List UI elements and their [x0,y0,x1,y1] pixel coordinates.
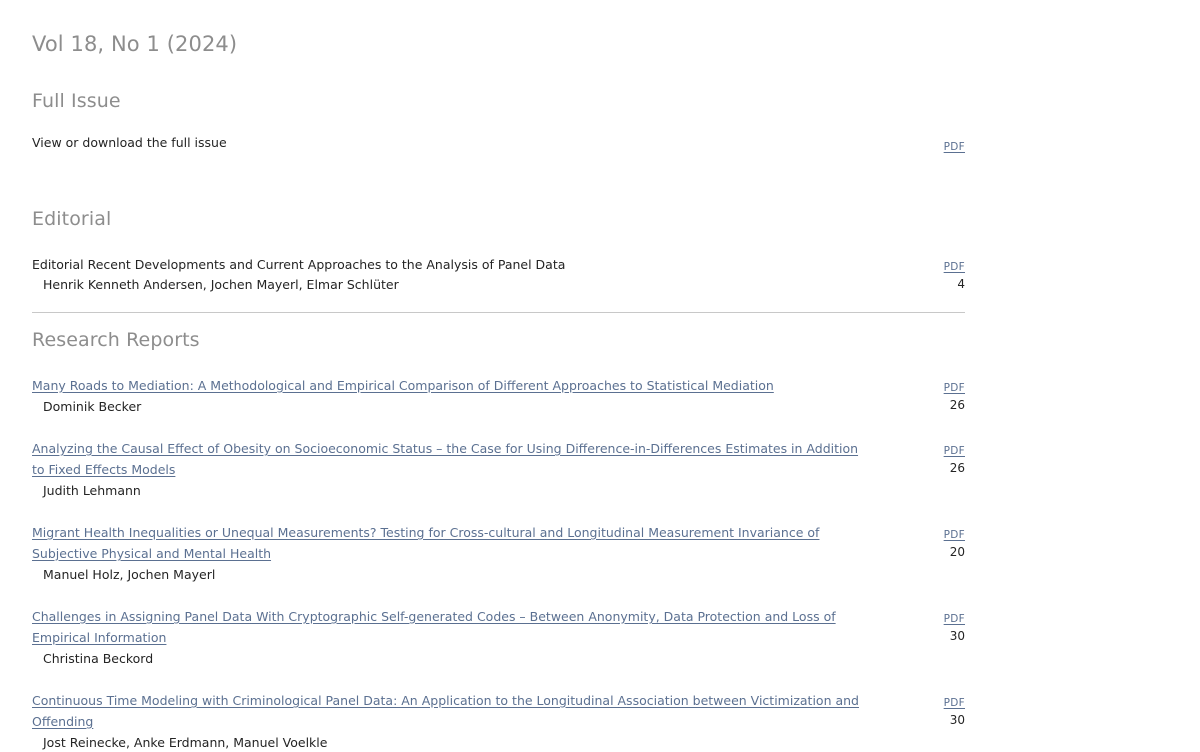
section-heading-editorial: Editorial [32,208,112,230]
row-meta: PDF 4 [895,254,965,293]
toc-content: Vol 18, No 1 (2024) Full Issue View or d… [0,22,965,752]
row-meta: PDF 26 [895,375,965,414]
full-issue-rows: View or download the full issue PDF [32,134,965,156]
issue-toc-page: Vol 18, No 1 (2024) Full Issue View or d… [0,0,1200,752]
article-authors: Jost Reinecke, Anke Erdmann, Manuel Voel… [43,735,328,750]
article-title-wrap: Many Roads to Mediation: A Methodologica… [32,375,871,396]
article-title-link[interactable]: Many Roads to Mediation: A Methodologica… [32,378,774,393]
article-title-link[interactable]: Continuous Time Modeling with Criminolog… [32,693,859,729]
pdf-link[interactable]: PDF [944,382,965,394]
list-item: View or download the full issue PDF [32,134,965,156]
article-title-wrap: Editorial Recent Developments and Curren… [32,254,871,274]
page-count: 30 [949,713,965,727]
page-count: 26 [949,461,965,475]
row-meta: PDF 30 [895,606,965,645]
article-title-wrap: Analyzing the Causal Effect of Obesity o… [32,438,871,480]
list-item: Continuous Time Modeling with Criminolog… [32,690,965,752]
article-authors: Dominik Becker [43,399,142,414]
article-authors: Christina Beckord [43,651,154,666]
section-editorial: Editorial Editorial Recent Developments … [32,206,965,313]
row-meta: PDF 26 [895,438,965,477]
pdf-link[interactable]: PDF [944,445,965,457]
section-divider [32,312,965,313]
pdf-link[interactable]: PDF [944,141,965,153]
article-authors: Manuel Holz, Jochen Mayerl [43,567,216,582]
row-main: Challenges in Assigning Panel Data With … [32,606,895,668]
section-heading-research-reports: Research Reports [32,329,200,351]
row-main: Analyzing the Causal Effect of Obesity o… [32,438,895,500]
article-title-link[interactable]: Analyzing the Causal Effect of Obesity o… [32,441,858,477]
row-meta: PDF 20 [895,522,965,561]
pdf-link[interactable]: PDF [944,529,965,541]
pdf-link[interactable]: PDF [944,613,965,625]
page-count: 26 [949,398,965,412]
list-item: Migrant Health Inequalities or Unequal M… [32,522,965,584]
list-item: Editorial Recent Developments and Curren… [32,254,965,294]
row-meta: PDF [895,134,965,156]
list-item: Challenges in Assigning Panel Data With … [32,606,965,668]
page-count: 30 [949,629,965,643]
row-main: View or download the full issue [32,134,895,152]
list-item: Many Roads to Mediation: A Methodologica… [32,375,965,416]
list-item: Analyzing the Causal Effect of Obesity o… [32,438,965,500]
section-full-issue: Full Issue View or download the full iss… [32,88,965,156]
page-title: Vol 18, No 1 (2024) [32,32,238,56]
article-title-wrap: Migrant Health Inequalities or Unequal M… [32,522,871,564]
article-title-wrap: Challenges in Assigning Panel Data With … [32,606,871,648]
article-authors: Judith Lehmann [43,483,141,498]
editorial-rows: Editorial Recent Developments and Curren… [32,254,965,294]
row-main: Many Roads to Mediation: A Methodologica… [32,375,895,416]
section-heading-full-issue: Full Issue [32,90,121,112]
article-title-link[interactable]: Challenges in Assigning Panel Data With … [32,609,836,645]
section-research-reports: Research Reports Many Roads to Mediation… [32,327,965,752]
row-main: Continuous Time Modeling with Criminolog… [32,690,895,752]
page-count: 20 [949,545,965,559]
research-reports-rows: Many Roads to Mediation: A Methodologica… [32,375,965,752]
pdf-link[interactable]: PDF [944,261,965,273]
full-issue-description: View or download the full issue [32,135,227,150]
row-main: Editorial Recent Developments and Curren… [32,254,895,294]
pdf-link[interactable]: PDF [944,697,965,709]
article-title: Editorial Recent Developments and Curren… [32,257,566,272]
article-title-link[interactable]: Migrant Health Inequalities or Unequal M… [32,525,819,561]
page-count: 4 [957,277,965,291]
row-meta: PDF 30 [895,690,965,729]
row-main: Migrant Health Inequalities or Unequal M… [32,522,895,584]
article-authors: Henrik Kenneth Andersen, Jochen Mayerl, … [43,277,399,292]
